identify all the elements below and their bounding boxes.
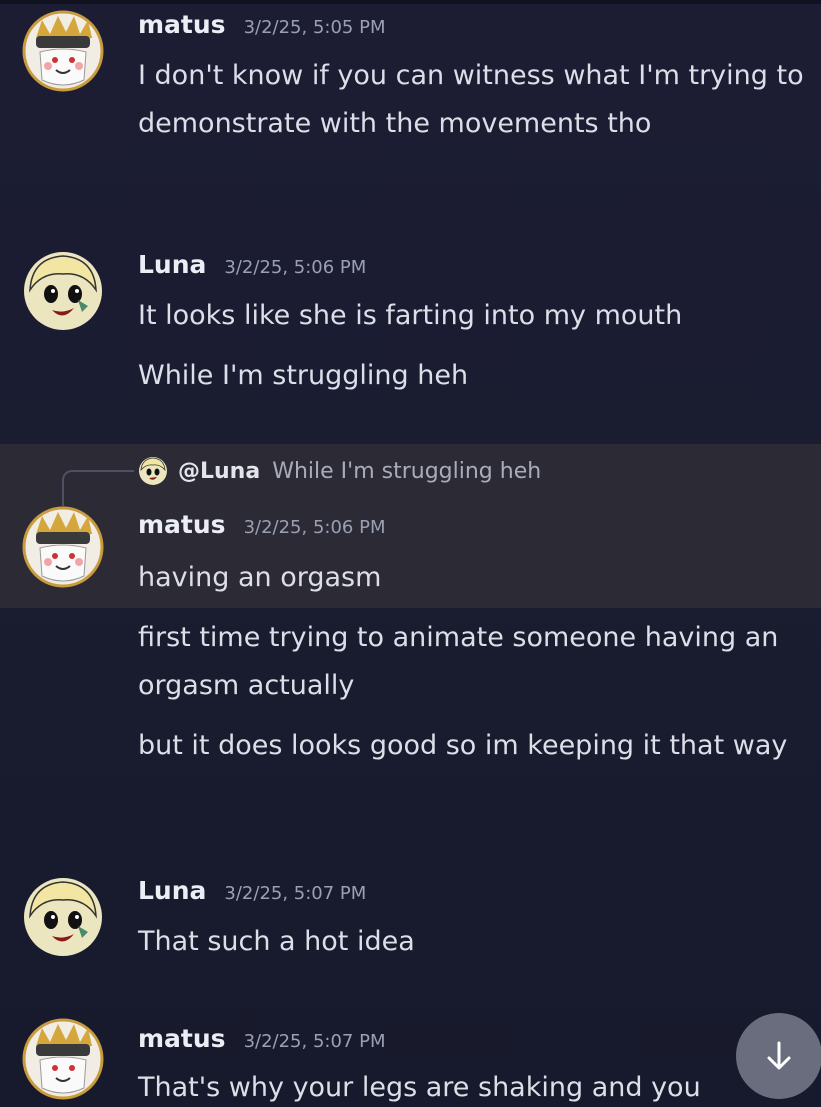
message-header: Luna 3/2/25, 5:06 PM [138, 250, 366, 286]
avatar-matus[interactable] [22, 10, 104, 92]
avatar-matus[interactable] [22, 1018, 104, 1100]
reply-snippet: While I'm struggling heh [272, 458, 542, 484]
username[interactable]: matus [138, 510, 226, 539]
message-group-matus-3: matus 3/2/25, 5:07 PM That's why your le… [0, 1012, 821, 1107]
message-text: While I'm struggling heh [138, 360, 469, 391]
timestamp: 3/2/25, 5:07 PM [224, 883, 367, 904]
message-header: Luna 3/2/25, 5:07 PM [138, 876, 366, 912]
avatar-luna[interactable] [22, 876, 104, 958]
message-text: but it does looks good so im keeping it … [138, 730, 788, 761]
chat-view: matus 3/2/25, 5:05 PM I don't know if yo… [0, 0, 821, 1107]
timestamp: 3/2/25, 5:06 PM [224, 257, 367, 278]
message-group-luna-1: Luna 3/2/25, 5:06 PM It looks like she i… [0, 240, 821, 430]
reply-avatar-luna [139, 457, 167, 485]
message-text: first time trying to animate someone hav… [138, 622, 787, 701]
jump-to-bottom-button[interactable] [736, 1013, 821, 1099]
username[interactable]: Luna [138, 250, 206, 279]
message-header: matus 3/2/25, 5:07 PM [138, 1024, 385, 1060]
reply-preview[interactable]: @Luna While I'm struggling heh [138, 454, 541, 488]
username[interactable]: matus [138, 1024, 226, 1053]
timestamp: 3/2/25, 5:06 PM [243, 517, 386, 538]
message-group-matus-1: matus 3/2/25, 5:05 PM I don't know if yo… [0, 0, 821, 200]
message-text: That's why your legs are shaking and you [138, 1072, 701, 1103]
avatar-luna[interactable] [22, 250, 104, 332]
message-header: matus 3/2/25, 5:06 PM [138, 510, 385, 546]
message-group-luna-2: Luna 3/2/25, 5:07 PM That such a hot ide… [0, 866, 821, 976]
reply-mention[interactable]: @Luna [178, 459, 260, 484]
message-header: matus 3/2/25, 5:05 PM [138, 10, 385, 46]
message-text: It looks like she is farting into my mou… [138, 300, 683, 331]
timestamp: 3/2/25, 5:05 PM [243, 17, 386, 38]
timestamp: 3/2/25, 5:07 PM [243, 1031, 386, 1052]
arrow-down-icon [767, 1041, 791, 1070]
message-text: That such a hot idea [138, 926, 415, 957]
username[interactable]: Luna [138, 876, 206, 905]
username[interactable]: matus [138, 10, 226, 39]
message-text: I don't know if you can witness what I'm… [138, 60, 813, 139]
message-group-matus-2: matus 3/2/25, 5:06 PM having an orgasm f… [0, 500, 821, 830]
avatar-matus[interactable] [22, 506, 104, 588]
message-text: having an orgasm [138, 562, 382, 593]
